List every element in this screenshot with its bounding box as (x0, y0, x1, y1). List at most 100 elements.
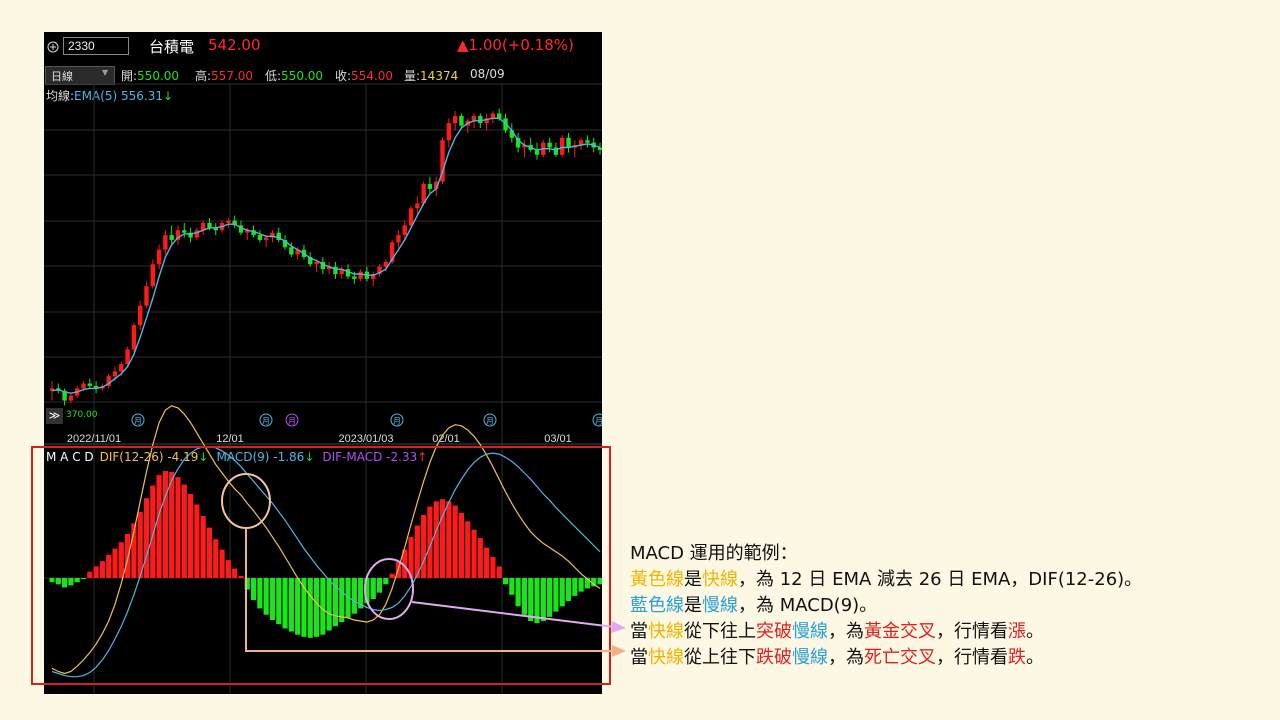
candle-body (81, 383, 86, 389)
histogram-bar (313, 578, 320, 637)
histogram-bar (547, 578, 553, 617)
candle-body (497, 113, 502, 119)
histogram-bar (477, 538, 483, 578)
histogram-bar (263, 578, 269, 615)
histogram-bar (80, 578, 87, 580)
candle-body (257, 235, 263, 240)
candle-body (119, 364, 124, 372)
candle-body (566, 137, 571, 148)
candle-body (446, 123, 452, 141)
histogram-bar (559, 578, 565, 607)
histogram-bar (376, 578, 383, 593)
candle-body (396, 235, 401, 243)
candle-body (333, 266, 338, 275)
candle-body (207, 222, 212, 228)
histogram-bar (169, 471, 175, 578)
histogram-bar (528, 578, 534, 622)
histogram-bar (200, 516, 206, 578)
candle-body (289, 247, 294, 255)
death-cross-arrowhead (612, 645, 626, 657)
candle-body (144, 286, 149, 306)
month-icon-label: 月 (393, 417, 401, 426)
histogram-bar (484, 547, 490, 578)
histogram-bar (471, 529, 477, 578)
histogram-bar (93, 566, 99, 578)
candle-body (452, 115, 458, 124)
histogram-bar (99, 561, 105, 578)
candle-body (156, 249, 162, 265)
histogram-bar (534, 578, 540, 624)
stock-chart-panel: 2330 台積電 542.00 ▲1.00(+0.18%) 日線 ▼ 開:550… (44, 32, 602, 694)
date-axis-labels: 2022/11/01 12/01 2023/01/03 02/01 03/01 (44, 433, 602, 445)
histogram-bar (490, 557, 496, 578)
histogram-bar (553, 578, 559, 612)
histogram-bar (578, 578, 584, 592)
candle-body (427, 184, 433, 189)
candle-body (112, 371, 118, 377)
month-markers: 月月月月月月 (131, 413, 602, 427)
candle-body (415, 203, 420, 209)
candle-body (352, 276, 357, 279)
histogram-bar (137, 511, 143, 578)
histogram-bar (389, 573, 395, 578)
histogram-bar (515, 578, 521, 607)
macd-histogram (49, 470, 602, 638)
histogram-bar (244, 578, 250, 590)
notes-line-golden: 當快線從下往上突破慢線，為黃金交叉，行情看漲。 (630, 621, 1044, 642)
candle-body (408, 208, 414, 226)
histogram-bar (257, 578, 263, 609)
candle-body (137, 305, 143, 326)
histogram-bar (496, 566, 502, 578)
candle-body (471, 115, 477, 121)
candlestick-series (49, 108, 602, 406)
histogram-bar (55, 578, 61, 585)
golden-cross-arrowhead (611, 621, 626, 633)
candle-body (150, 264, 155, 287)
notes-line-fast: 黃色線是快線，為 12 日 EMA 減去 26 日 EMA，DIF(12-26)… (630, 569, 1143, 590)
date-axis-label: 03/01 (544, 433, 572, 445)
ema5-line (51, 117, 601, 394)
histogram-bar (112, 548, 118, 578)
collapse-icon[interactable]: ≫ (46, 408, 63, 424)
candle-body (87, 383, 92, 386)
histogram-bar (87, 571, 93, 578)
histogram-bar (74, 578, 80, 583)
candle-body (402, 225, 407, 236)
histogram-bar (307, 578, 313, 638)
histogram-bar (150, 485, 156, 578)
histogram-bar (282, 578, 288, 629)
histogram-bar (433, 501, 439, 578)
candle-body (163, 235, 168, 250)
histogram-bar (206, 527, 213, 578)
histogram-bar (521, 578, 527, 615)
histogram-bar (351, 578, 357, 614)
histogram-bar (502, 578, 509, 585)
candle-body (125, 349, 130, 365)
month-icon-label: 月 (486, 417, 494, 426)
explanation-notes: MACD 運用的範例： 黃色線是快線，為 12 日 EMA 減去 26 日 EM… (630, 541, 1142, 671)
histogram-bar (106, 554, 112, 578)
notes-title: MACD 運用的範例： (630, 543, 798, 564)
histogram-bar (408, 537, 414, 578)
candle-body (182, 230, 187, 233)
histogram-bar (238, 575, 244, 578)
histogram-bar (421, 515, 427, 578)
candle-body (560, 137, 565, 155)
candle-body (547, 142, 552, 148)
histogram-bar (162, 470, 168, 578)
histogram-bar (383, 578, 389, 585)
month-icon-label: 月 (595, 417, 602, 426)
histogram-bar (572, 578, 578, 596)
histogram-bar (219, 549, 225, 578)
notes-line-slow: 藍色線是慢線，為 MACD(9)。 (630, 595, 878, 616)
histogram-bar (68, 578, 74, 586)
candle-body (478, 115, 483, 124)
candle-body (131, 325, 137, 350)
histogram-bar (156, 475, 162, 578)
chart-canvas: 月 月 月 月 月 月 2022/11/01 12/01 2023/01/03 02/01 03/… (44, 83, 602, 694)
candle-body (263, 237, 269, 240)
histogram-bar (540, 578, 546, 622)
histogram-bar (326, 578, 332, 631)
candle-body (226, 220, 231, 223)
histogram-bar (276, 578, 282, 625)
